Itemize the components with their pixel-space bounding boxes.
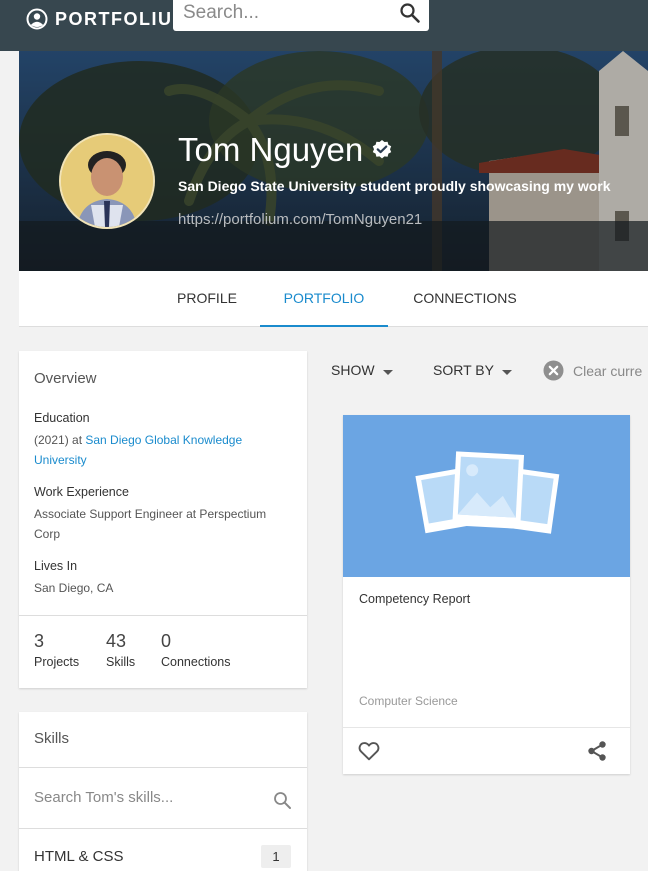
projects-label[interactable]: Projects	[34, 655, 79, 669]
project-thumbnail[interactable]	[343, 415, 630, 577]
projects-count[interactable]: 3	[34, 631, 44, 652]
image-placeholder-icon	[415, 451, 560, 534]
skills-search-icon[interactable]	[273, 791, 292, 810]
chevron-down-icon	[382, 369, 393, 375]
skills-title: Skills	[34, 730, 70, 747]
sort-by-dropdown[interactable]: SORT BY	[433, 362, 512, 378]
portfolium-logo-icon	[26, 8, 48, 30]
skill-item-count: 1	[261, 845, 291, 868]
top-navigation-bar: PORTFOLIUM	[0, 0, 648, 51]
connections-count[interactable]: 0	[161, 631, 171, 652]
clear-filters-label: Clear curre	[573, 362, 643, 379]
skills-count[interactable]: 43	[106, 631, 126, 652]
skills-search-input[interactable]	[34, 786, 254, 808]
show-filter-dropdown[interactable]: SHOW	[331, 362, 393, 378]
portfolium-logo[interactable]: PORTFOLIUM	[26, 8, 189, 30]
skills-header: Skills	[19, 712, 307, 768]
skill-item-label[interactable]: HTML & CSS	[34, 848, 123, 865]
work-experience-value: Associate Support Engineer at Perspectiu…	[34, 507, 267, 541]
lives-in-label: Lives In	[34, 559, 78, 573]
education-year: (2021) at	[34, 433, 86, 447]
profile-banner: Tom Nguyen San Diego State University st…	[19, 51, 648, 271]
skills-search	[19, 768, 307, 829]
project-category: Computer Science	[359, 694, 458, 708]
profile-tagline: San Diego State University student proud…	[178, 178, 611, 194]
work-experience-label: Work Experience	[34, 485, 129, 499]
overview-title: Overview	[34, 370, 97, 387]
tab-portfolio[interactable]: PORTFOLIO	[260, 271, 388, 327]
profile-tabs: PROFILE PORTFOLIO CONNECTIONS	[19, 271, 648, 327]
skills-label[interactable]: Skills	[106, 655, 135, 669]
connections-label[interactable]: Connections	[161, 655, 231, 669]
lives-in-value: San Diego, CA	[34, 581, 114, 595]
tab-profile[interactable]: PROFILE	[159, 271, 255, 327]
overview-card: Overview Education (2021) at San Diego G…	[19, 351, 307, 688]
profile-name: Tom Nguyen	[178, 131, 393, 169]
heart-icon[interactable]	[358, 741, 380, 761]
skills-card: Skills HTML & CSS 1	[19, 712, 307, 871]
project-divider	[343, 727, 630, 728]
overview-divider	[19, 615, 307, 616]
education-value: (2021) at San Diego Global Knowledge Uni…	[34, 430, 294, 470]
sort-by-label: SORT BY	[433, 362, 494, 378]
chevron-down-icon	[501, 369, 512, 375]
clear-filters-button[interactable]: Clear curre	[543, 360, 642, 381]
education-label: Education	[34, 411, 90, 425]
clear-icon	[543, 360, 564, 381]
show-filter-label: SHOW	[331, 362, 375, 378]
avatar-photo	[61, 135, 153, 227]
profile-avatar[interactable]	[59, 133, 155, 229]
search-icon[interactable]	[399, 2, 421, 24]
project-card[interactable]: Competency Report Computer Science	[343, 415, 630, 774]
project-title[interactable]: Competency Report	[359, 592, 470, 606]
tab-connections[interactable]: CONNECTIONS	[394, 271, 536, 327]
global-search	[173, 0, 429, 31]
profile-name-text: Tom Nguyen	[178, 131, 364, 168]
search-input[interactable]	[173, 0, 388, 26]
brand-name: PORTFOLIUM	[55, 8, 189, 29]
verified-badge-icon	[373, 140, 392, 159]
share-icon[interactable]	[586, 740, 608, 762]
profile-url-link[interactable]: https://portfolium.com/TomNguyen21	[178, 211, 422, 228]
